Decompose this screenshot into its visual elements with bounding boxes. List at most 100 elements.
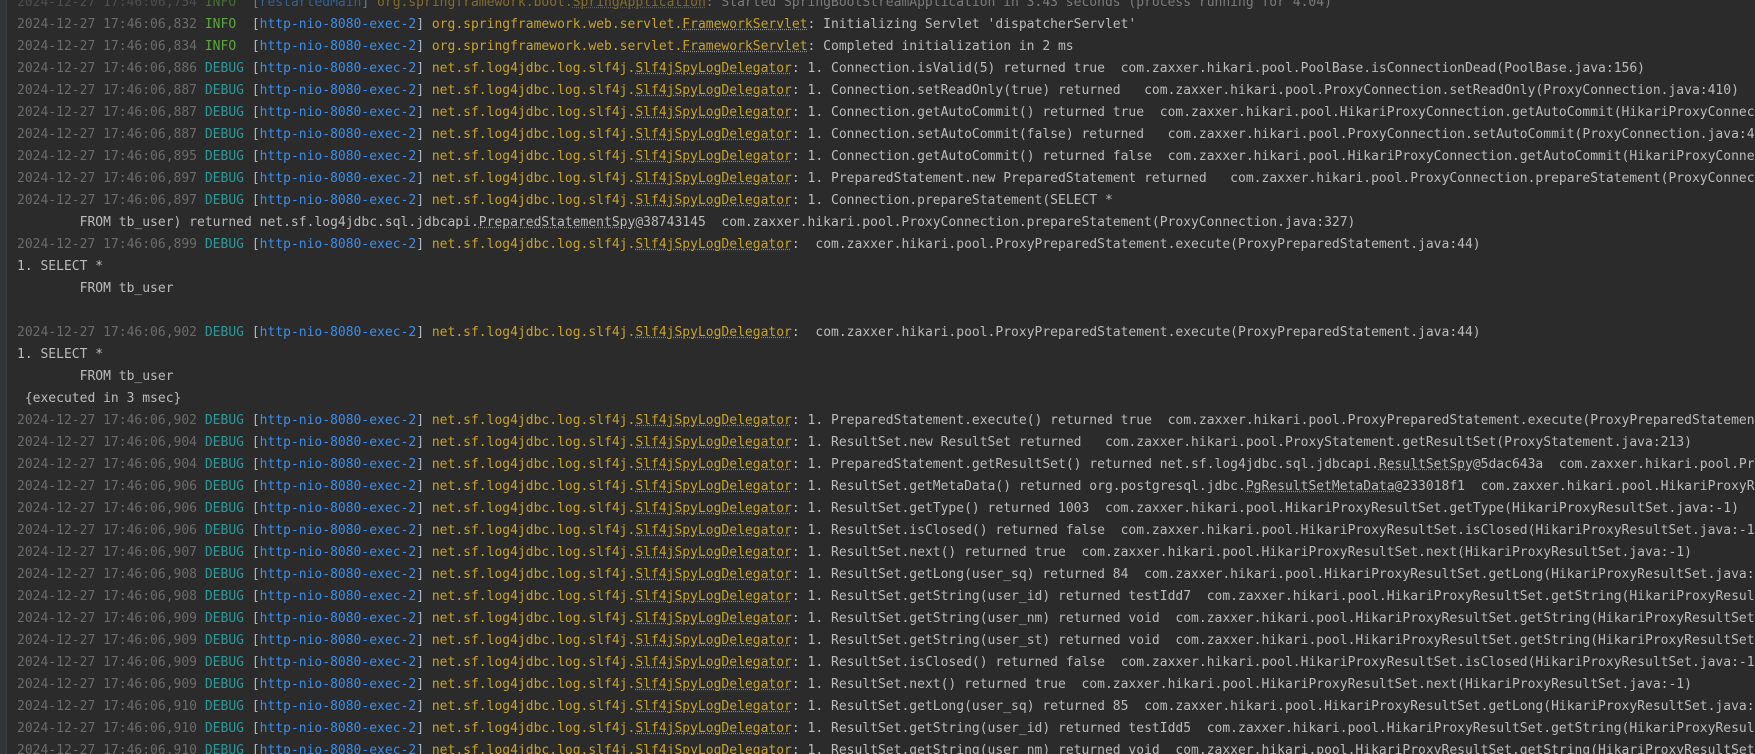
logger-class-link[interactable]: Slf4jSpyLogDelegator <box>635 61 792 76</box>
sql-text: FROM tb_user <box>17 281 174 296</box>
logger-package: net.sf.log4jdbc.log.slf4j. <box>431 171 636 186</box>
log-line: 2024-12-27 17:46:06,832 INFO [http-nio-8… <box>17 14 1755 36</box>
logger-class-link[interactable]: Slf4jSpyLogDelegator <box>635 655 792 670</box>
logger-class-link[interactable]: Slf4jSpyLogDelegator <box>635 523 792 538</box>
log-timestamp: 2024-12-27 17:46:06,910 <box>17 721 198 736</box>
logger-class-link[interactable]: Slf4jSpyLogDelegator <box>635 171 792 186</box>
logger-class-link[interactable]: Slf4jSpyLogDelegator <box>635 325 792 340</box>
thread-bracket-open: [ <box>251 655 260 670</box>
log-line: 2024-12-27 17:46:06,904 DEBUG [http-nio-… <box>17 454 1755 476</box>
thread-bracket-close: ] <box>416 127 425 142</box>
logger-class-link[interactable]: Slf4jSpyLogDelegator <box>635 743 792 754</box>
logger-class-link[interactable]: Slf4jSpyLogDelegator <box>635 105 792 120</box>
logger-class-link[interactable]: Slf4jSpyLogDelegator <box>635 83 792 98</box>
thread-bracket-open: [ <box>251 523 260 538</box>
logger-package: net.sf.log4jdbc.log.slf4j. <box>431 633 636 648</box>
logger-class-link[interactable]: Slf4jSpyLogDelegator <box>635 677 792 692</box>
log-timestamp: 2024-12-27 17:46:06,887 <box>17 83 198 98</box>
log-timestamp: 2024-12-27 17:46:06,899 <box>17 237 198 252</box>
logger-class-link[interactable]: Slf4jSpyLogDelegator <box>635 545 792 560</box>
class-reference-link[interactable]: ResultSetSpy <box>1379 457 1473 472</box>
thread-bracket-close: ] <box>416 83 425 98</box>
logger-class-link[interactable]: Slf4jSpyLogDelegator <box>635 611 792 626</box>
log-message: : com.zaxxer.hikari.pool.ProxyPreparedSt… <box>791 325 1481 340</box>
log-thread: restartedMain <box>259 0 362 10</box>
class-reference-link[interactable]: PgResultSetMetaData <box>1246 479 1395 494</box>
log-message: : 1. PreparedStatement.new PreparedState… <box>791 171 1755 186</box>
log-thread: http-nio-8080-exec-2 <box>259 479 417 494</box>
log-level: DEBUG <box>204 721 244 736</box>
sql-text: 1. SELECT * <box>17 259 104 274</box>
log-line: 2024-12-27 17:46:06,906 DEBUG [http-nio-… <box>17 476 1755 498</box>
log-message: : 1. Connection.setAutoCommit(false) ret… <box>791 127 1755 142</box>
logger-class-link[interactable]: Slf4jSpyLogDelegator <box>635 413 792 428</box>
thread-bracket-open: [ <box>251 17 260 32</box>
thread-bracket-close: ] <box>416 523 425 538</box>
log-level: DEBUG <box>204 237 244 252</box>
logger-class-link[interactable]: Slf4jSpyLogDelegator <box>635 589 792 604</box>
log-level: DEBUG <box>204 743 244 754</box>
log-message-tail: @233018f1 com.zaxxer.hikari.pool.HikariP… <box>1394 479 1755 494</box>
logger-class-link[interactable]: Slf4jSpyLogDelegator <box>635 435 792 450</box>
log-level: DEBUG <box>204 501 244 516</box>
logger-class-link[interactable]: Slf4jSpyLogDelegator <box>635 699 792 714</box>
logger-class-link[interactable]: Slf4jSpyLogDelegator <box>635 457 792 472</box>
log-thread: http-nio-8080-exec-2 <box>259 127 417 142</box>
thread-bracket-close: ] <box>416 457 425 472</box>
log-line: 2024-12-27 17:46:06,902 DEBUG [http-nio-… <box>17 322 1755 344</box>
log-message: : 1. ResultSet.getLong(user_sq) returned… <box>791 567 1755 582</box>
log-line: 2024-12-27 17:46:06,906 DEBUG [http-nio-… <box>17 520 1755 542</box>
log-timestamp: 2024-12-27 17:46:06,907 <box>17 545 198 560</box>
log-timestamp: 2024-12-27 17:46:06,909 <box>17 633 198 648</box>
thread-bracket-open: [ <box>251 413 260 428</box>
thread-bracket-open: [ <box>251 611 260 626</box>
thread-bracket-open: [ <box>251 633 260 648</box>
logger-package: net.sf.log4jdbc.log.slf4j. <box>431 193 636 208</box>
thread-bracket-open: [ <box>251 105 260 120</box>
logger-class-link[interactable]: Slf4jSpyLogDelegator <box>635 567 792 582</box>
thread-bracket-open: [ <box>251 237 260 252</box>
logger-class-link[interactable]: Slf4jSpyLogDelegator <box>635 479 792 494</box>
log-line: 2024-12-27 17:46:06,908 DEBUG [http-nio-… <box>17 564 1755 586</box>
logger-package: net.sf.log4jdbc.log.slf4j. <box>431 61 636 76</box>
log-message: : 1. ResultSet.getString(user_nm) return… <box>791 611 1755 626</box>
logger-class-link[interactable]: FrameworkServlet <box>682 17 807 32</box>
log-message: : 1. ResultSet.getString(user_id) return… <box>791 589 1755 604</box>
thread-bracket-close: ] <box>416 677 425 692</box>
log-timestamp: 2024-12-27 17:46:06,834 <box>17 39 198 54</box>
logger-class-link[interactable]: Slf4jSpyLogDelegator <box>635 721 792 736</box>
logger-class-link[interactable]: Slf4jSpyLogDelegator <box>635 237 792 252</box>
logger-class-link[interactable]: Slf4jSpyLogDelegator <box>635 149 792 164</box>
thread-bracket-open: [ <box>251 83 260 98</box>
logger-class-link[interactable]: FrameworkServlet <box>682 39 807 54</box>
log-message: : 1. ResultSet.isClosed() returned false… <box>791 523 1755 538</box>
logger-class-link[interactable]: SpringApplication <box>573 0 706 10</box>
log-timestamp: 2024-12-27 17:46:06,895 <box>17 149 198 164</box>
log-message: : 1. Connection.getAutoCommit() returned… <box>791 149 1755 164</box>
logger-package: net.sf.log4jdbc.log.slf4j. <box>431 611 636 626</box>
logger-class-link[interactable]: Slf4jSpyLogDelegator <box>635 193 792 208</box>
console-output[interactable]: 2024-12-27 17:46:06,754 INFO [restartedM… <box>0 0 1755 754</box>
log-line: 2024-12-27 17:46:06,897 DEBUG [http-nio-… <box>17 168 1755 190</box>
log-line: 2024-12-27 17:46:06,886 DEBUG [http-nio-… <box>17 58 1755 80</box>
logger-class-link[interactable]: Slf4jSpyLogDelegator <box>635 633 792 648</box>
logger-class-link[interactable]: Slf4jSpyLogDelegator <box>635 127 792 142</box>
class-reference-link[interactable]: PreparedStatementSpy <box>479 215 636 230</box>
sql-text: {executed in 3 msec} <box>17 391 182 406</box>
log-thread: http-nio-8080-exec-2 <box>259 655 417 670</box>
logger-package: net.sf.log4jdbc.log.slf4j. <box>431 699 636 714</box>
log-thread: http-nio-8080-exec-2 <box>259 171 417 186</box>
thread-bracket-close: ] <box>416 17 425 32</box>
logger-class-link[interactable]: Slf4jSpyLogDelegator <box>635 501 792 516</box>
logger-package: net.sf.log4jdbc.log.slf4j. <box>431 457 636 472</box>
log-timestamp: 2024-12-27 17:46:06,887 <box>17 127 198 142</box>
log-level: DEBUG <box>204 655 244 670</box>
thread-bracket-close: ] <box>416 655 425 670</box>
log-message: : 1. ResultSet.next() returned true com.… <box>791 677 1692 692</box>
log-line: 2024-12-27 17:46:06,899 DEBUG [http-nio-… <box>17 234 1755 256</box>
logger-package: net.sf.log4jdbc.log.slf4j. <box>431 743 636 754</box>
log-timestamp: 2024-12-27 17:46:06,906 <box>17 523 198 538</box>
log-thread: http-nio-8080-exec-2 <box>259 633 417 648</box>
log-timestamp: 2024-12-27 17:46:06,909 <box>17 611 198 626</box>
